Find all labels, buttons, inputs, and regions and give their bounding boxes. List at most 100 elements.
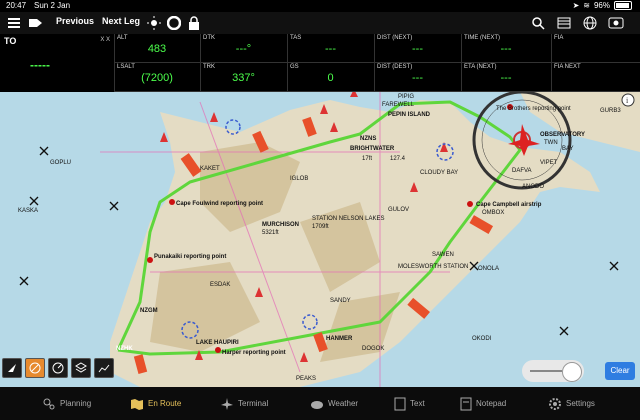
tab-terminal-label: Terminal <box>238 399 269 408</box>
label-station-nl: STATION NELSON LAKES <box>312 216 384 222</box>
chart-map[interactable]: PIPIG FAREWELL PEPIN ISLAND NZNS BRIGHTW… <box>0 92 640 387</box>
tab-en-route-label: En Route <box>148 399 182 408</box>
bottom-tab-bar: Planning En Route Terminal Weather Text … <box>0 387 640 420</box>
instrument-label: TAS <box>290 35 302 41</box>
label-sandy: SANDY <box>330 298 351 304</box>
layers-button[interactable] <box>71 358 91 378</box>
instrument-cell[interactable]: FIA <box>551 34 640 63</box>
tab-terminal[interactable]: Terminal <box>220 387 268 420</box>
map-tool-buttons <box>2 358 114 378</box>
instrument-label: ALT <box>117 35 128 41</box>
tab-settings-label: Settings <box>566 399 595 408</box>
status-date: Sun 2 Jan <box>34 1 71 10</box>
track-up-button[interactable] <box>2 358 22 378</box>
instrument-cell[interactable]: DTK ---° <box>200 34 288 63</box>
status-time: 20:47 <box>6 1 27 10</box>
label-observatory: OBSERVATORY <box>540 132 585 138</box>
label-nl-alt: 1709ft <box>312 224 329 230</box>
to-value: ----- <box>30 58 50 72</box>
compass-button[interactable] <box>25 358 45 378</box>
top-toolbar: Previous Next Leg <box>0 12 640 34</box>
instrument-value: --- <box>325 43 336 55</box>
label-kaska: KASKA <box>18 208 38 214</box>
search-icon[interactable] <box>530 15 546 31</box>
instrument-cell[interactable]: FIA NEXT <box>551 63 640 92</box>
instrument-label: FIA NEXT <box>554 64 581 70</box>
globe-icon[interactable] <box>582 15 598 31</box>
instrument-value: --- <box>500 72 512 84</box>
label-pipig: PIPIG <box>398 94 414 100</box>
instrument-value: 0 <box>327 72 334 84</box>
label-nzgm: NZGM <box>140 308 158 314</box>
brightness-icon[interactable] <box>146 15 162 31</box>
battery-icon <box>614 1 632 10</box>
map-icon <box>131 398 143 410</box>
map-layers-icon[interactable] <box>556 15 572 31</box>
instrument-value: 483 <box>147 43 167 55</box>
gauge-button[interactable] <box>48 358 68 378</box>
label-bay: BAY <box>562 146 574 152</box>
label-onola: ONOLA <box>478 266 499 272</box>
tab-planning[interactable]: Planning <box>42 387 91 420</box>
map-canvas[interactable]: PIPIG FAREWELL PEPIN ISLAND NZNS BRIGHTW… <box>0 92 640 387</box>
menu-icon[interactable] <box>6 15 22 31</box>
status-bar: 20:47 Sun 2 Jan ➤ ≋ 96% <box>0 0 640 12</box>
label-okodi: OKODI <box>472 336 492 342</box>
label-ombox: OMBOX <box>482 210 504 216</box>
instrument-cell[interactable]: GS 0 <box>287 63 375 92</box>
profile-button[interactable] <box>94 358 114 378</box>
label-anodo: ANODO <box>522 184 544 190</box>
lifebuoy-icon[interactable] <box>166 15 182 31</box>
instrument-label: TRK <box>203 64 215 70</box>
instrument-value: (7200) <box>141 72 173 84</box>
zoom-slider-track <box>530 370 562 372</box>
label-foulwind: Cape Foulwind reporting point <box>176 201 263 207</box>
tab-en-route[interactable]: En Route <box>130 387 181 420</box>
notepad-icon <box>460 397 472 410</box>
aircraft-settings-icon[interactable] <box>608 15 624 31</box>
instrument-label: DIST (DEST) <box>377 64 413 70</box>
instrument-cell[interactable]: TAS --- <box>287 34 375 63</box>
label-murchison: MURCHISON <box>262 222 299 228</box>
label-vipet: VIPET <box>540 160 558 166</box>
tab-settings[interactable]: Settings <box>548 387 595 420</box>
zoom-slider[interactable] <box>522 360 584 382</box>
label-farewell: FAREWELL <box>382 102 415 108</box>
label-lake-haupiri: LAKE HAUPIRI <box>196 340 239 346</box>
zoom-slider-knob[interactable] <box>562 362 582 382</box>
instrument-label: TIME (NEXT) <box>464 35 500 41</box>
instrument-cell[interactable]: DIST (DEST) --- <box>374 63 462 92</box>
instrument-cell[interactable]: TIME (NEXT) --- <box>461 34 552 63</box>
label-murch-alt: 5321ft <box>262 230 279 236</box>
label-sawen: SAWEN <box>432 252 454 258</box>
next-leg-button[interactable]: Next Leg <box>102 16 140 26</box>
label-hanmer: HANMER <box>326 336 353 342</box>
planning-icon <box>43 398 55 409</box>
info-icon[interactable]: i <box>621 93 635 107</box>
tab-text[interactable]: Text <box>394 387 425 420</box>
instrument-cell[interactable]: DIST (NEXT) --- <box>374 34 462 63</box>
label-cloudy: CLOUDY BAY <box>420 170 458 176</box>
to-waypoint-box[interactable]: TO X X ----- <box>0 34 115 92</box>
instrument-value: ---° <box>235 43 252 55</box>
tab-notepad[interactable]: Notepad <box>460 387 506 420</box>
instrument-cell[interactable]: LSALT (7200) <box>114 63 201 92</box>
lock-icon[interactable] <box>186 15 202 31</box>
instrument-cell[interactable]: TRK 337° <box>200 63 288 92</box>
label-kaket: KAKET <box>200 166 220 172</box>
instrument-label: GS <box>290 64 299 70</box>
plane-icon <box>221 397 233 410</box>
instrument-cell[interactable]: ALT 483 <box>114 34 201 63</box>
instrument-label: ETA (NEXT) <box>464 64 497 70</box>
label-nzhk: NZHK <box>116 346 133 352</box>
tab-planning-label: Planning <box>60 399 92 408</box>
clear-button[interactable]: Clear <box>605 362 635 380</box>
wifi-icon: ≋ <box>583 1 590 10</box>
gear-icon <box>549 397 561 410</box>
instrument-cell[interactable]: ETA (NEXT) --- <box>461 63 552 92</box>
label-cape-campbell: Cape Campbell airstrip <box>476 202 542 208</box>
label-iglob: IGLOB <box>290 176 308 182</box>
tab-weather[interactable]: Weather <box>310 387 358 420</box>
direct-to-icon[interactable] <box>28 15 44 31</box>
previous-button[interactable]: Previous <box>56 16 94 26</box>
